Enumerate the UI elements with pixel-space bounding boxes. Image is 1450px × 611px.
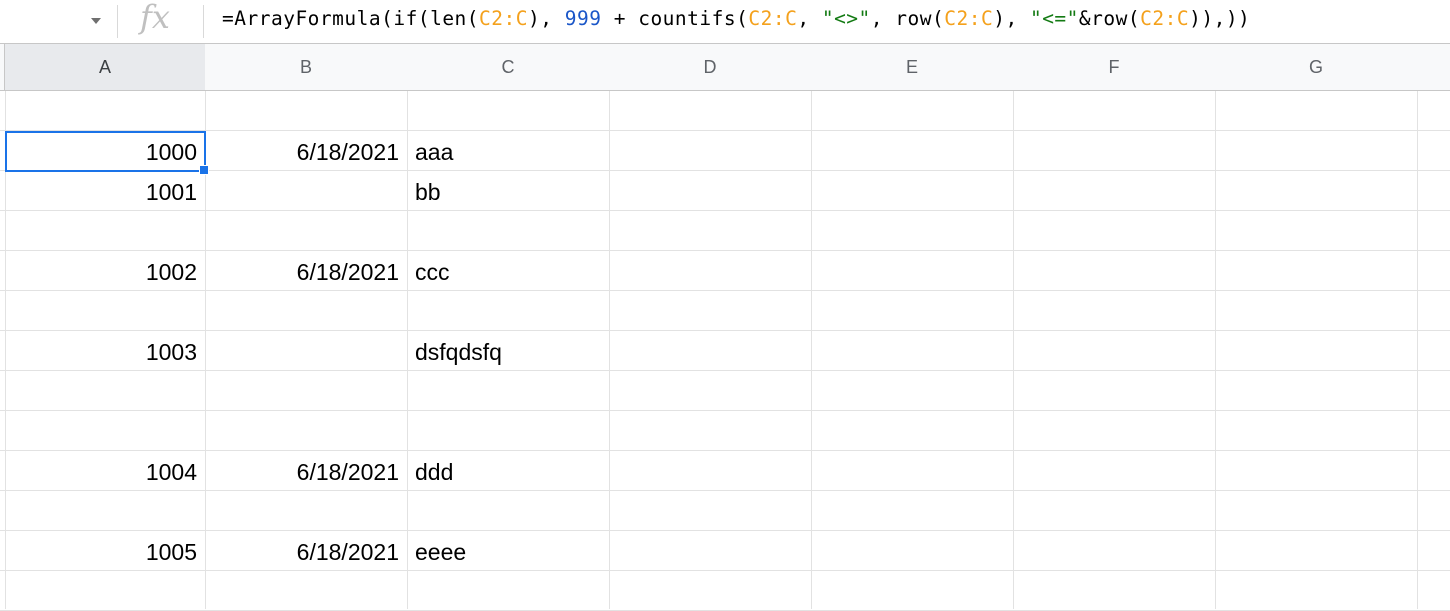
fx-icon: fx	[140, 0, 170, 36]
formula-bar-divider	[203, 5, 204, 38]
column-header-e[interactable]: E	[811, 44, 1014, 91]
formula-token-ref: C2:C	[479, 7, 529, 30]
formula-token-plain: ,	[797, 7, 822, 30]
formula-token-plain: + countifs(	[601, 7, 749, 30]
cell-c12[interactable]: eeee	[415, 532, 605, 572]
grid-row-line	[0, 210, 1450, 211]
formula-token-plain: =ArrayFormula(if(len(	[222, 7, 480, 30]
formula-token-str: "<="	[1029, 7, 1079, 30]
grid-row-line	[0, 330, 1450, 331]
formula-token-plain: )),))	[1189, 7, 1251, 30]
cell-b5[interactable]: 6/18/2021	[206, 252, 399, 292]
grid-column-line	[811, 91, 812, 609]
column-header-f[interactable]: F	[1013, 44, 1216, 91]
grid-column-line	[1417, 91, 1418, 609]
cell-grid[interactable]: 1000 6/18/2021 aaa 1001 bb 1002 6/18/2021 ccc 10…	[0, 91, 1450, 611]
formula-token-str: "<>"	[821, 7, 871, 30]
cell-a7[interactable]: 1003	[6, 332, 197, 372]
formula-input[interactable]: =ArrayFormula(if(len(C2:C), 999 + counti…	[222, 4, 1250, 34]
cell-a10[interactable]: 1004	[6, 452, 197, 492]
cell-c10[interactable]: ddd	[415, 452, 605, 492]
grid-row-line	[0, 450, 1450, 451]
column-header-b[interactable]: B	[205, 44, 408, 91]
grid-row-line	[0, 530, 1450, 531]
column-header-c[interactable]: C	[407, 44, 610, 91]
formula-token-ref: C2:C	[1140, 7, 1190, 30]
formula-token-ref: C2:C	[944, 7, 994, 30]
column-header-overflow[interactable]	[1417, 44, 1450, 91]
column-header-g[interactable]: G	[1215, 44, 1418, 91]
cell-b2[interactable]: 6/18/2021	[206, 132, 399, 172]
cell-b10[interactable]: 6/18/2021	[206, 452, 399, 492]
formula-token-num: 999	[564, 7, 602, 30]
column-header-a[interactable]: A	[5, 44, 206, 91]
grid-column-line	[609, 91, 610, 609]
formula-bar-divider	[117, 5, 118, 38]
formula-bar: fx =ArrayFormula(if(len(C2:C), 999 + cou…	[0, 0, 1450, 44]
grid-row-line	[0, 410, 1450, 411]
grid-row-line	[0, 250, 1450, 251]
formula-token-plain: ),	[993, 7, 1030, 30]
formula-token-plain: , row(	[870, 7, 945, 30]
column-header-d[interactable]: D	[609, 44, 812, 91]
formula-token-plain: ),	[528, 7, 565, 30]
formula-token-ref: C2:C	[748, 7, 798, 30]
grid-column-line	[1215, 91, 1216, 609]
cell-a12[interactable]: 1005	[6, 532, 197, 572]
grid-column-line	[1013, 91, 1014, 609]
cell-a5[interactable]: 1002	[6, 252, 197, 292]
formula-token-plain: &row(	[1078, 7, 1141, 30]
grid-column-line	[407, 91, 408, 609]
cell-c7[interactable]: dsfqdsfq	[415, 332, 605, 372]
cell-b12[interactable]: 6/18/2021	[206, 532, 399, 572]
cell-a3[interactable]: 1001	[6, 172, 197, 212]
fill-handle[interactable]	[199, 165, 209, 175]
range-dropdown-icon[interactable]	[91, 18, 101, 24]
grid-row-line	[0, 130, 1450, 131]
cell-c2[interactable]: aaa	[415, 132, 605, 172]
cell-c5[interactable]: ccc	[415, 252, 605, 292]
active-cell-border	[5, 131, 206, 172]
cell-c3[interactable]: bb	[415, 172, 605, 212]
grid-row-line	[0, 370, 1450, 371]
